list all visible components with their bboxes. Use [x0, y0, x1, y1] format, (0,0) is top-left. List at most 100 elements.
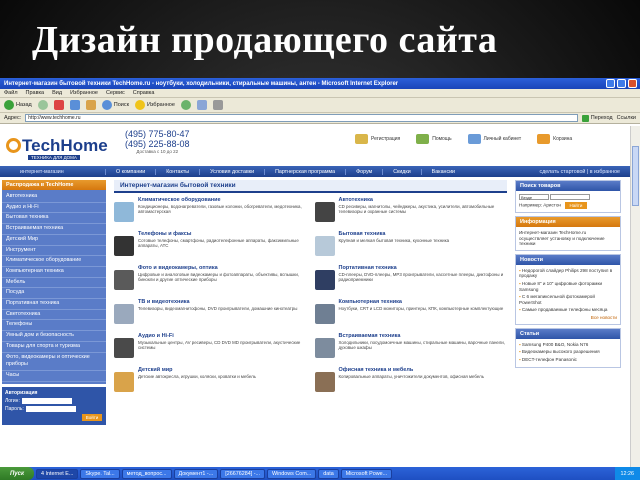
taskbar-item[interactable]: метод_вопрос... — [121, 468, 172, 479]
sale-header[interactable]: Распродажа в TechHome — [2, 180, 106, 190]
category-image[interactable] — [114, 236, 134, 256]
category-link[interactable]: Аудио и Hi-Fi — [2, 203, 106, 214]
category-tile[interactable]: ТВ и видеотехника Телевизоры, видеомагнит… — [114, 299, 307, 329]
tile-title[interactable]: ТВ и видеотехника — [138, 299, 297, 305]
tile-title[interactable]: Встраиваемая техника — [339, 333, 508, 339]
vertical-scrollbar[interactable] — [630, 126, 640, 467]
stop-button[interactable] — [53, 100, 64, 110]
nav-delivery[interactable]: Условия доставки — [199, 168, 264, 175]
search-scope-select[interactable]: Везде — [519, 194, 549, 200]
category-tile[interactable]: Фото и видеокамеры, оптика Цифровые и ана… — [114, 265, 307, 295]
all-news-link[interactable]: Все новости — [519, 315, 617, 321]
cabinet-link[interactable]: Личный кабинет — [467, 134, 521, 144]
news-item[interactable]: Новые 8" и 10" цифровые фоторамки Samsun… — [519, 281, 617, 292]
back-button[interactable]: Назад — [4, 100, 32, 110]
news-item[interactable]: С 6 мегапиксельной фотокамерой PowerShot — [519, 294, 617, 305]
forward-button[interactable] — [37, 100, 48, 110]
category-link[interactable]: Компьютерная техника — [2, 267, 106, 278]
category-link[interactable]: Детский Мир — [2, 235, 106, 246]
category-tile[interactable]: Компьютерная техника Ноутбуки, CRT и LCD … — [314, 299, 508, 329]
login-input[interactable] — [21, 397, 72, 404]
close-button[interactable] — [628, 79, 637, 88]
category-link[interactable]: Портативная техника — [2, 299, 106, 310]
techhome-logo[interactable]: TechHome ТЕХНИКА ДЛЯ ДОМА — [6, 136, 108, 160]
category-image[interactable] — [114, 270, 134, 290]
category-link[interactable]: Часы — [2, 371, 106, 382]
mail-button[interactable] — [196, 100, 207, 110]
category-link[interactable]: Посуда — [2, 288, 106, 300]
nav-forum[interactable]: Форум — [345, 168, 382, 175]
tile-title[interactable]: Бытовая техника — [339, 231, 450, 237]
start-page-link[interactable]: сделать стартовой | в избранное — [540, 169, 630, 175]
menu-view[interactable]: Вид — [52, 90, 62, 96]
tile-title[interactable]: Фото и видеокамеры, оптика — [138, 265, 307, 271]
tile-title[interactable]: Климатическое оборудование — [138, 197, 307, 203]
favorites-button[interactable]: Избранное — [135, 100, 175, 110]
category-tile[interactable]: Бытовая техника Крупная и мелкая бытовая … — [314, 231, 508, 261]
address-input[interactable]: http://www.techhome.ru — [25, 114, 578, 122]
nav-contacts[interactable]: Контакты — [155, 168, 199, 175]
category-image[interactable] — [114, 372, 134, 392]
register-link[interactable]: Регистрация — [355, 134, 400, 144]
menu-favorites[interactable]: Избранное — [70, 90, 98, 96]
category-image[interactable] — [314, 338, 335, 358]
login-button[interactable]: Войти — [82, 413, 102, 421]
category-link[interactable]: Бытовая техника — [2, 213, 106, 225]
taskbar-item[interactable]: Microsoft Powe... — [340, 468, 393, 479]
nav-discounts[interactable]: Скидки — [382, 168, 420, 175]
category-link[interactable]: Умный дом и безопасность — [2, 331, 106, 342]
category-image[interactable] — [314, 202, 335, 222]
tile-title[interactable]: Портативная техника — [339, 265, 508, 271]
tile-title[interactable]: Офисная техника и мебель — [339, 367, 485, 373]
nav-about[interactable]: О компании — [105, 168, 155, 175]
category-link[interactable]: Климатическое оборудование — [2, 256, 106, 267]
category-link[interactable]: Мебель — [2, 278, 106, 289]
taskbar-item[interactable]: Документ1 -... — [173, 468, 219, 479]
go-button[interactable]: Переход — [581, 114, 613, 122]
news-item[interactable]: Самые продаваемые телефоны месяца — [519, 307, 617, 313]
scroll-thumb[interactable] — [632, 146, 639, 206]
search-button[interactable]: Поиск — [101, 100, 129, 110]
category-link[interactable]: Товары для спорта и туризма — [2, 342, 106, 353]
taskbar-item[interactable]: [26676284] -... — [220, 468, 265, 479]
category-image[interactable] — [114, 202, 134, 222]
history-button[interactable] — [180, 100, 191, 110]
tile-title[interactable]: Компьютерная техника — [339, 299, 504, 305]
category-tile[interactable]: Аудио и Hi-Fi Музыкальные центры, AV реси… — [114, 333, 307, 363]
links-label[interactable]: Ссылки — [617, 115, 636, 121]
category-tile[interactable]: Детский мир Детские автокресла, игрушки, … — [114, 367, 307, 397]
news-item[interactable]: Недорогой слайдер Philips 298 поступил в… — [519, 268, 617, 279]
category-link[interactable]: Телефоны — [2, 320, 106, 332]
minimize-button[interactable] — [606, 79, 615, 88]
taskbar-item[interactable]: Windows Com... — [266, 468, 317, 479]
category-image[interactable] — [314, 372, 335, 392]
home-button[interactable] — [85, 100, 96, 110]
taskbar-item[interactable]: 4 Internet E... — [36, 468, 79, 479]
article-item[interactable]: Видеокамеры высокого разрешения — [519, 349, 617, 355]
menu-file[interactable]: Файл — [4, 90, 18, 96]
window-titlebar[interactable]: Интернет-магазин бытовой техники TechHom… — [0, 78, 640, 89]
article-item[interactable]: Samsung P400 B&O, Nokia N76 — [519, 342, 617, 348]
site-search-input[interactable] — [550, 194, 591, 200]
maximize-button[interactable] — [617, 79, 626, 88]
menu-help[interactable]: Справка — [133, 90, 155, 96]
category-image[interactable] — [314, 236, 335, 256]
category-tile[interactable]: Автотехника CD ресиверы, магнитолы, чейнд… — [314, 197, 508, 227]
nav-jobs[interactable]: Вакансии — [420, 168, 465, 175]
taskbar-item[interactable]: Skype. Tal... — [80, 468, 120, 479]
menu-tools[interactable]: Сервис — [106, 90, 125, 96]
category-tile[interactable]: Встраиваемая техника Холодильники, посудо… — [314, 333, 508, 363]
category-link[interactable]: Инструмент — [2, 246, 106, 257]
category-image[interactable] — [114, 304, 134, 324]
cart-link[interactable]: Корзина — [537, 134, 572, 144]
tile-title[interactable]: Детский мир — [138, 367, 256, 373]
category-link[interactable]: Светотехника — [2, 310, 106, 321]
category-link[interactable]: Встраиваемая техника — [2, 224, 106, 235]
category-image[interactable] — [314, 304, 335, 324]
taskbar-item[interactable]: data — [318, 468, 339, 479]
refresh-button[interactable] — [69, 100, 80, 110]
category-tile[interactable]: Офисная техника и мебель Копировальные ап… — [314, 367, 508, 397]
category-tile[interactable]: Телефоны и факсы Сотовые телефоны, смартф… — [114, 231, 307, 261]
menu-edit[interactable]: Правка — [26, 90, 45, 96]
find-button[interactable]: Найти — [564, 202, 587, 209]
